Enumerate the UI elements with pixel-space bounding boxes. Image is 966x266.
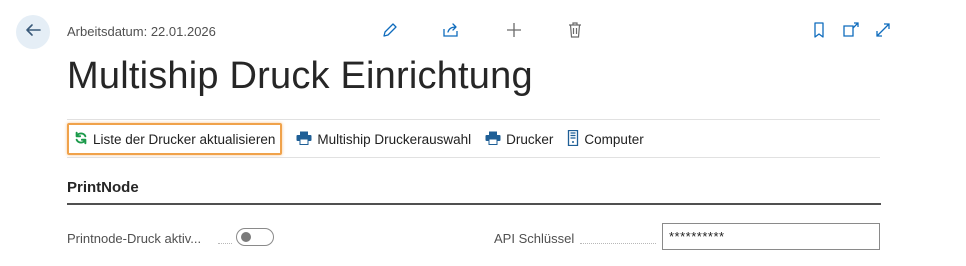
- api-key-label: API Schlüssel: [494, 231, 575, 246]
- bookmark-button[interactable]: [808, 21, 830, 43]
- expand-button[interactable]: [872, 21, 894, 43]
- expand-icon: [874, 21, 892, 44]
- section-title[interactable]: PrintNode: [67, 179, 139, 196]
- new-button[interactable]: [503, 21, 525, 43]
- arrow-left-icon: [24, 21, 42, 44]
- computer-icon: [567, 129, 579, 149]
- field-leader: [580, 242, 656, 244]
- printer-icon: [296, 131, 312, 148]
- bookmark-icon: [810, 21, 828, 44]
- action-label: Computer: [584, 131, 644, 147]
- action-label: Multiship Druckerauswahl: [317, 131, 472, 147]
- printer-action[interactable]: Drucker: [479, 125, 559, 153]
- divider: [67, 119, 880, 120]
- plus-icon: [505, 21, 523, 44]
- printer-icon: [485, 131, 501, 148]
- multiship-printer-selection-action[interactable]: Multiship Druckerauswahl: [290, 125, 477, 153]
- delete-button[interactable]: [564, 21, 586, 43]
- printnode-enabled-label: Printnode-Druck aktiv...: [67, 231, 202, 246]
- field-leader: [218, 242, 232, 244]
- workdate-text: Arbeitsdatum: 22.01.2026: [67, 24, 216, 39]
- pencil-icon: [381, 21, 399, 44]
- edit-button[interactable]: [379, 21, 401, 43]
- share-button[interactable]: [440, 21, 462, 43]
- share-icon: [442, 21, 460, 44]
- back-button[interactable]: [16, 15, 50, 49]
- action-label: Drucker: [506, 131, 554, 147]
- section-divider: [67, 203, 881, 205]
- refresh-printers-action[interactable]: Liste der Drucker aktualisieren: [67, 123, 283, 155]
- page-title: Multiship Druck Einrichtung: [67, 55, 533, 97]
- trash-icon: [566, 21, 584, 44]
- action-label: Liste der Drucker aktualisieren: [93, 131, 276, 147]
- divider: [67, 157, 880, 158]
- toggle-knob: [241, 232, 251, 242]
- printnode-enabled-toggle[interactable]: [236, 228, 274, 246]
- open-new-window-button[interactable]: [840, 21, 862, 43]
- api-key-input[interactable]: **********: [662, 223, 880, 250]
- open-in-new-icon: [842, 21, 860, 44]
- refresh-icon: [74, 131, 88, 148]
- computer-action[interactable]: Computer: [561, 125, 649, 153]
- action-bar: Liste der Drucker aktualisieren Multishi…: [67, 122, 650, 156]
